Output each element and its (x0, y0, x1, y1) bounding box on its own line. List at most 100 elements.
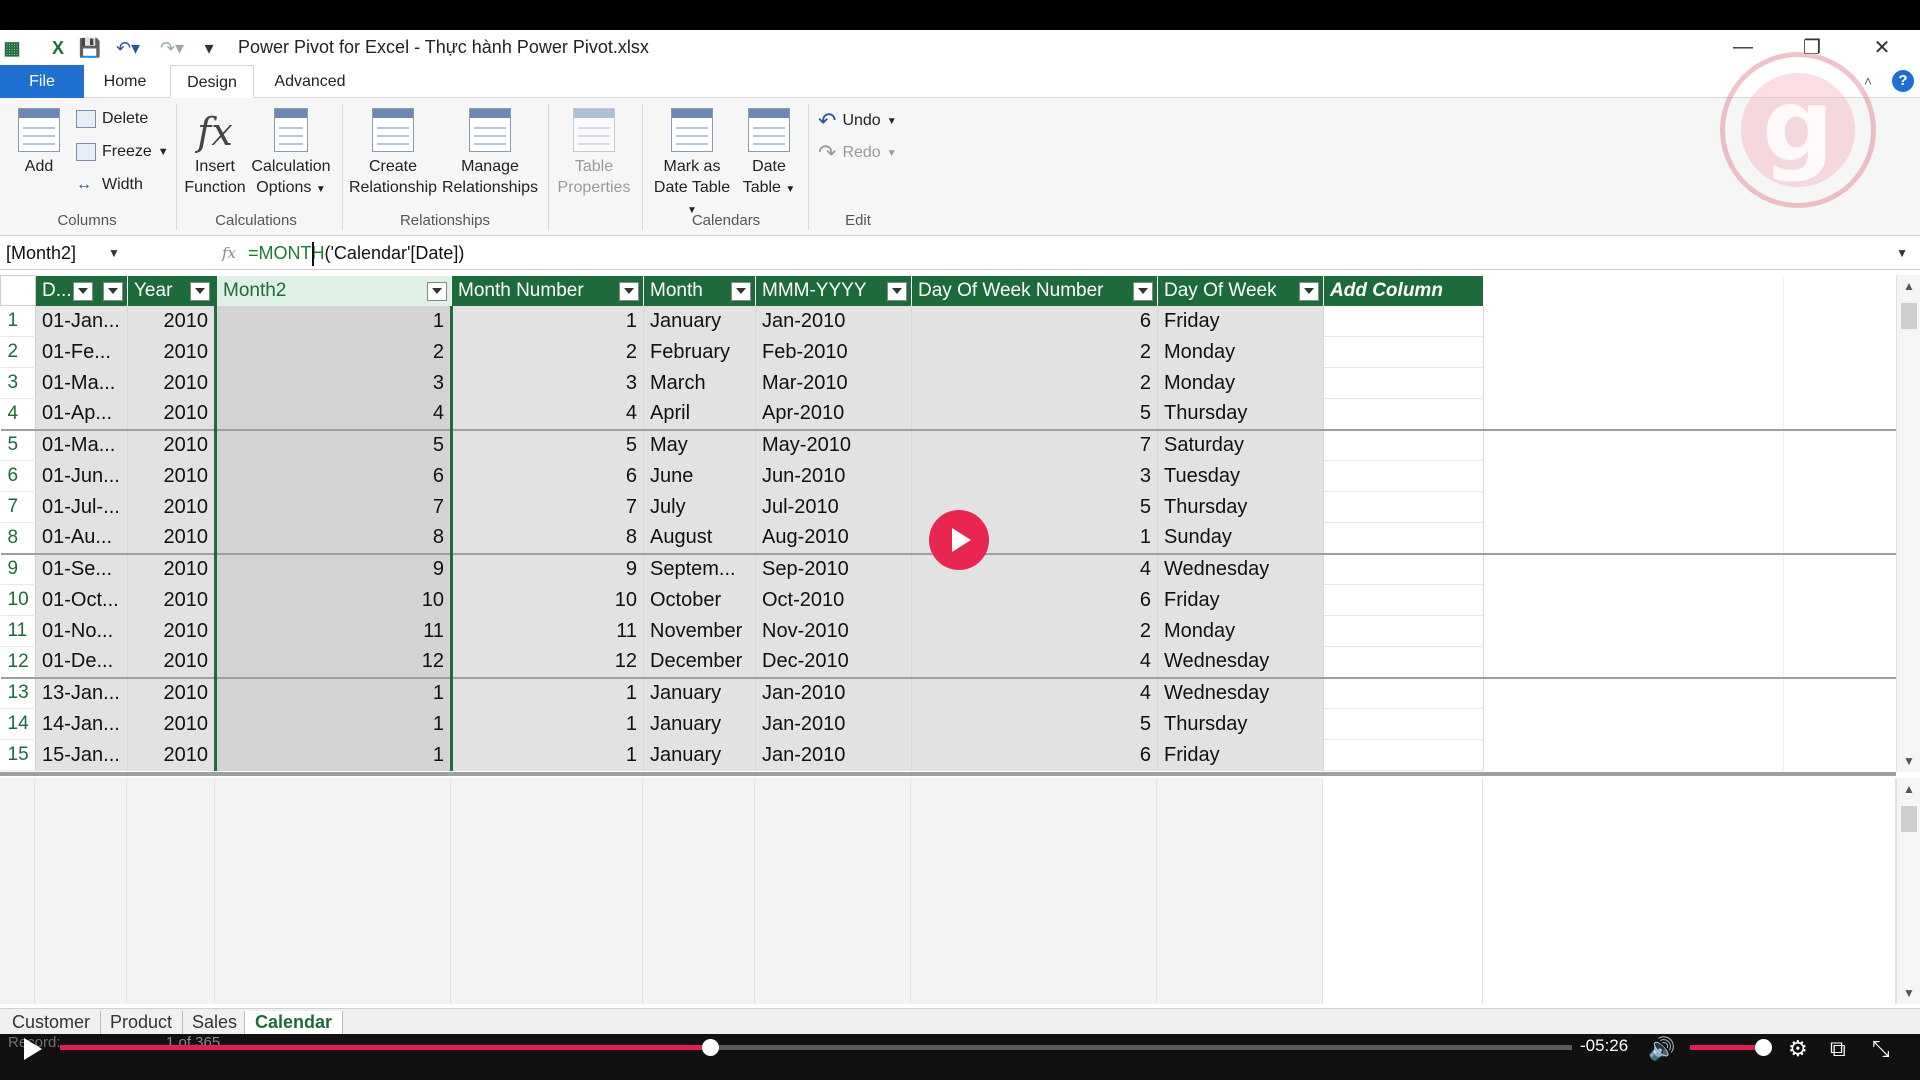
cell-day-of-week[interactable]: Thursday (1157, 491, 1324, 523)
cell-add-column[interactable] (1323, 646, 1484, 678)
create-relationship-button[interactable]: Create Relationship (348, 108, 438, 198)
cell-month2[interactable]: 1 (214, 305, 453, 337)
column-header-day-of-week-number[interactable]: Day Of Week Number (911, 275, 1158, 306)
freeze-button[interactable]: Freeze ▼ (76, 143, 169, 161)
cell-month2[interactable]: 7 (214, 491, 453, 523)
filter-dropdown-icon[interactable] (190, 281, 210, 301)
cell-month-number[interactable]: 12 (451, 646, 644, 678)
sheet-tab-product[interactable]: Product (100, 1011, 184, 1035)
cell-day-of-week-number[interactable]: 6 (911, 739, 1158, 771)
cell-date[interactable]: 01-Jul-... (35, 491, 128, 523)
play-icon[interactable] (20, 1036, 44, 1060)
cell-month2[interactable]: 3 (214, 367, 453, 399)
cell-month2[interactable]: 9 (214, 552, 453, 585)
cell-month-number[interactable]: 1 (451, 305, 644, 337)
redo-icon[interactable]: ↷▾ (154, 35, 190, 61)
cell-day-of-week[interactable]: Friday (1157, 305, 1324, 337)
cell-mmm-yyyy[interactable]: Sep-2010 (755, 552, 912, 585)
row-number[interactable]: 7 (0, 491, 36, 523)
cell-month-number[interactable]: 9 (451, 552, 644, 585)
cell-blank[interactable] (1783, 367, 1897, 399)
cell-date[interactable]: 01-Oct... (35, 584, 128, 616)
cell-month[interactable]: May (643, 428, 756, 461)
tab-advanced[interactable]: Advanced (264, 65, 356, 98)
cell-date[interactable]: 01-Jan... (35, 305, 128, 337)
cell-blank[interactable] (1783, 491, 1897, 523)
cell-mmm-yyyy[interactable]: Jan-2010 (755, 708, 912, 740)
select-all-corner[interactable] (0, 275, 36, 306)
cell-year[interactable]: 2010 (127, 552, 216, 585)
cell-date[interactable]: 01-Au... (35, 522, 128, 554)
cell-blank[interactable] (1783, 615, 1897, 647)
cell-month[interactable]: January (643, 676, 756, 709)
cell-month-number[interactable]: 10 (451, 584, 644, 616)
cell-blank[interactable] (1483, 428, 1784, 461)
cell-blank[interactable] (1483, 708, 1784, 740)
cell-month2[interactable]: 2 (214, 336, 453, 368)
manage-relationships-button[interactable]: Manage Relationships (440, 108, 540, 198)
cell-month2[interactable]: 4 (214, 398, 453, 430)
cell-month-number[interactable]: 1 (451, 739, 644, 771)
cell-blank[interactable] (1483, 491, 1784, 523)
cell-add-column[interactable] (1323, 739, 1484, 771)
column-header-mmm-yyyy[interactable]: MMM-YYYY (755, 275, 912, 306)
cell-day-of-week[interactable]: Sunday (1157, 522, 1324, 554)
row-number[interactable]: 4 (0, 398, 36, 430)
video-play-overlay-icon[interactable] (929, 510, 989, 570)
volume-knob[interactable] (1755, 1039, 1772, 1056)
volume-slider[interactable] (1690, 1045, 1762, 1050)
cell-month2[interactable]: 10 (214, 584, 453, 616)
calculation-options-button[interactable]: Calculation Options ▼ (250, 108, 332, 200)
cell-mmm-yyyy[interactable]: May-2010 (755, 428, 912, 461)
cell-day-of-week[interactable]: Monday (1157, 336, 1324, 368)
help-icon[interactable]: ? (1892, 70, 1914, 92)
cell-day-of-week-number[interactable]: 5 (911, 398, 1158, 430)
cell-blank[interactable] (1783, 739, 1897, 771)
cell-blank[interactable] (1783, 676, 1897, 709)
row-number[interactable]: 3 (0, 367, 36, 399)
cell-mmm-yyyy[interactable]: Aug-2010 (755, 522, 912, 554)
cell-month[interactable]: January (643, 708, 756, 740)
cell-day-of-week[interactable]: Wednesday (1157, 646, 1324, 678)
cell-blank[interactable] (1483, 676, 1784, 709)
cell-day-of-week-number[interactable]: 4 (911, 646, 1158, 678)
cell-add-column[interactable] (1323, 428, 1484, 461)
scroll-up-icon[interactable]: ▲ (1903, 279, 1915, 293)
row-number[interactable]: 10 (0, 584, 36, 616)
cell-add-column[interactable] (1323, 491, 1484, 523)
cell-mmm-yyyy[interactable]: Nov-2010 (755, 615, 912, 647)
excel-icon[interactable]: X (46, 35, 70, 61)
column-header-year[interactable]: Year (127, 275, 216, 306)
filter-dropdown-icon[interactable] (1133, 281, 1153, 301)
cell-year[interactable]: 2010 (127, 460, 216, 492)
name-box-dropdown-icon[interactable]: ▼ (108, 240, 120, 266)
cell-month[interactable]: Septem... (643, 552, 756, 585)
scroll-up-icon[interactable]: ▲ (1903, 782, 1915, 796)
cell-month-number[interactable]: 3 (451, 367, 644, 399)
row-number[interactable]: 14 (0, 708, 36, 740)
redo-button[interactable]: ↷ Redo ▼ (818, 140, 897, 166)
column-header-date[interactable]: D... (35, 275, 128, 306)
cell-date[interactable]: 14-Jan... (35, 708, 128, 740)
cell-month-number[interactable]: 11 (451, 615, 644, 647)
mark-as-date-table-button[interactable]: Mark as Date Table ▼ (648, 108, 736, 221)
cell-date[interactable]: 01-Ap... (35, 398, 128, 430)
cell-blank[interactable] (1483, 398, 1784, 430)
cell-month[interactable]: July (643, 491, 756, 523)
cell-blank[interactable] (1483, 460, 1784, 492)
cell-month2[interactable]: 1 (214, 739, 453, 771)
cell-year[interactable]: 2010 (127, 491, 216, 523)
cell-mmm-yyyy[interactable]: Dec-2010 (755, 646, 912, 678)
cell-blank[interactable] (1783, 552, 1897, 585)
cell-month2[interactable]: 6 (214, 460, 453, 492)
cell-day-of-week-number[interactable]: 3 (911, 460, 1158, 492)
cell-day-of-week-number[interactable]: 7 (911, 428, 1158, 461)
cell-blank[interactable] (1483, 367, 1784, 399)
cell-month2[interactable]: 12 (214, 646, 453, 678)
scroll-down-icon[interactable]: ▼ (1903, 986, 1915, 1000)
undo-button[interactable]: ↶ Undo ▼ (818, 108, 897, 134)
cell-month-number[interactable]: 2 (451, 336, 644, 368)
cell-date[interactable]: 13-Jan... (35, 676, 128, 709)
cell-day-of-week[interactable]: Friday (1157, 739, 1324, 771)
width-button[interactable]: ↔ Width (76, 176, 143, 194)
